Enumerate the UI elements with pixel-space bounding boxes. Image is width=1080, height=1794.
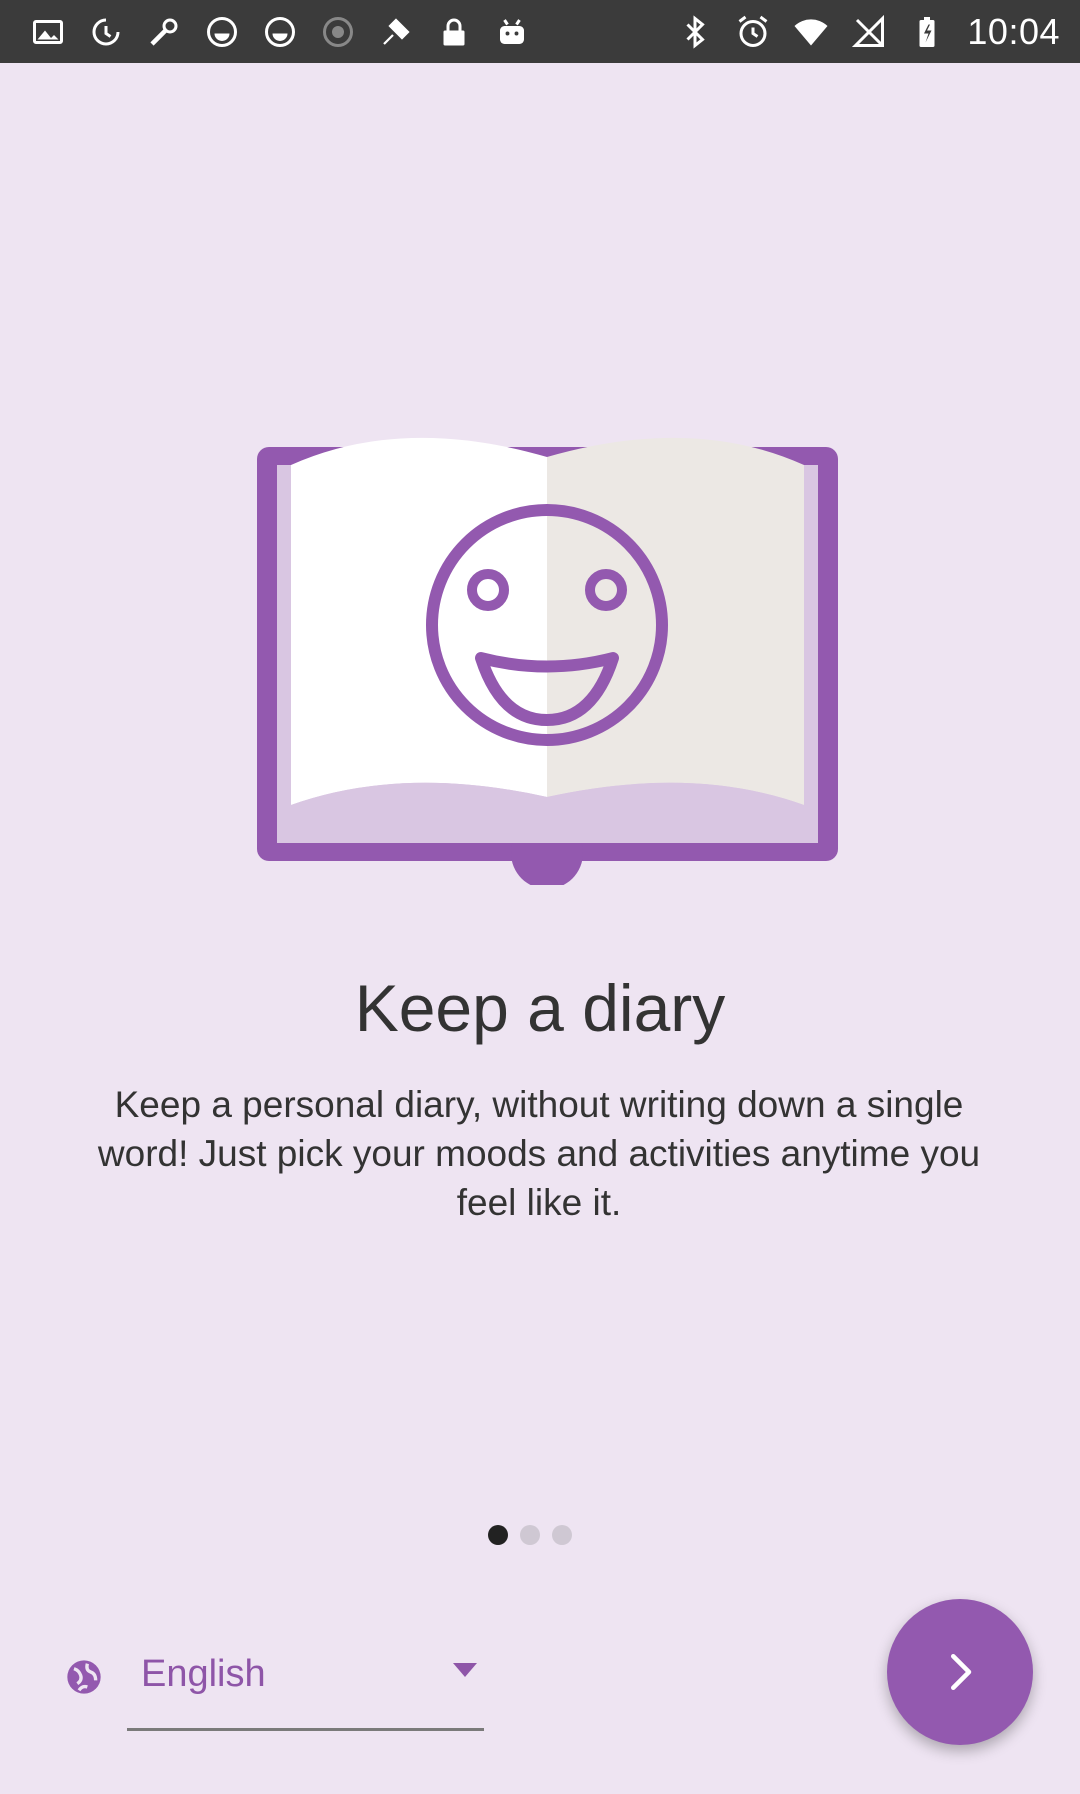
wifi-icon — [793, 14, 829, 50]
next-button[interactable] — [887, 1599, 1033, 1745]
bluetooth-icon — [677, 14, 713, 50]
lock-icon — [436, 14, 472, 50]
circle-icon — [262, 14, 298, 50]
page-indicator-dot-active[interactable] — [488, 1525, 508, 1545]
circle-icon — [204, 14, 240, 50]
status-bar-time: 10:04 — [967, 10, 1060, 52]
onboarding-description: Keep a personal diary, without writing d… — [97, 1084, 981, 1223]
status-bar-right-icons: 10:04 — [677, 10, 1060, 53]
language-selected-text: English — [141, 1653, 266, 1695]
dropdown-arrow-icon[interactable] — [453, 1663, 477, 1677]
page-indicator-dot[interactable] — [520, 1525, 540, 1545]
status-bar-left-icons — [30, 10, 530, 53]
globe-icon — [64, 1657, 104, 1697]
image-icon — [30, 14, 66, 50]
onboarding-title: Keep a diary — [354, 971, 726, 1045]
target-icon — [320, 14, 356, 50]
no-signal-icon — [851, 14, 887, 50]
status-bar: 10:04 — [0, 0, 1080, 63]
diary-book-illustration — [253, 425, 842, 885]
language-selector[interactable]: English — [127, 1653, 484, 1731]
page-indicator-dot[interactable] — [552, 1525, 572, 1545]
alarm-icon — [735, 14, 771, 50]
tools-icon — [146, 14, 182, 50]
battery-icon — [909, 14, 945, 50]
android-icon — [494, 14, 530, 50]
sync-icon — [88, 14, 124, 50]
fake-gps-icon — [378, 14, 414, 50]
page-indicator[interactable] — [488, 1524, 580, 1546]
chevron-right-icon — [951, 1654, 972, 1690]
